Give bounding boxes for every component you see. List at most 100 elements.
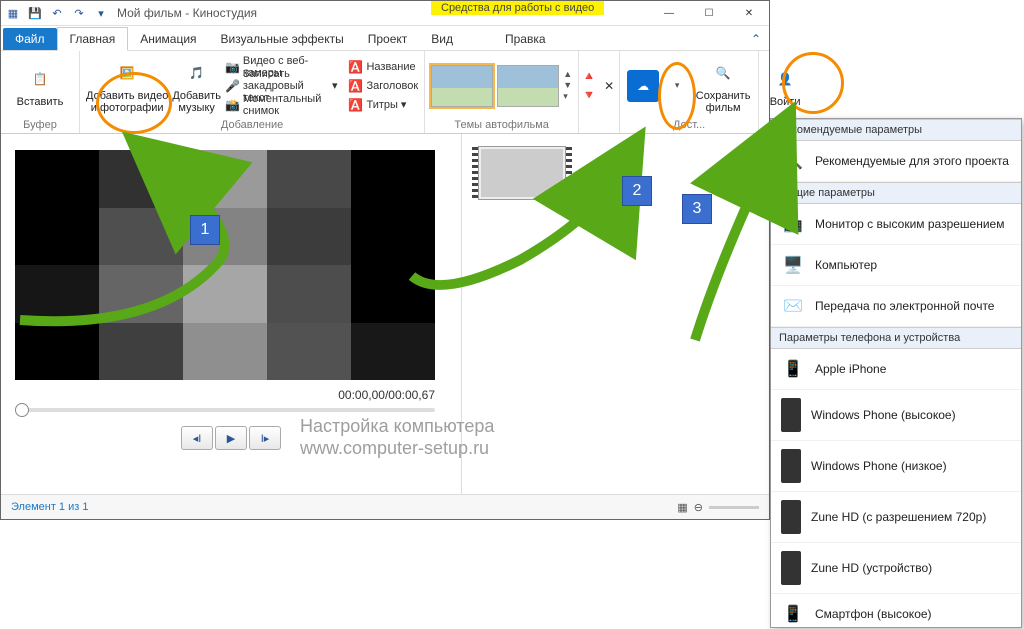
save-icon[interactable]: 💾	[27, 5, 43, 21]
caption-icon: 🅰️	[347, 78, 363, 94]
zune-icon	[781, 500, 801, 534]
snapshot-button[interactable]: 📸Моментальный снимок	[225, 96, 338, 114]
zoom-slider[interactable]	[709, 506, 759, 509]
user-icon: 👤	[769, 63, 801, 95]
dd-item-wp-high[interactable]: Windows Phone (высокое)	[771, 390, 1021, 441]
add-video-photo-button[interactable]: 🖼️ Добавить видео и фотографии	[86, 57, 168, 114]
dd-item-wp-low[interactable]: Windows Phone (низкое)	[771, 441, 1021, 492]
email-icon: ✉️	[781, 294, 805, 318]
rotate-right-icon: 🔺	[581, 68, 597, 84]
phone-icon	[781, 398, 801, 432]
caption-button[interactable]: 🅰️Заголовок	[347, 77, 418, 95]
delete-button[interactable]: ✕	[601, 77, 617, 95]
tab-edit-contextual[interactable]: Правка	[493, 28, 558, 50]
tab-project[interactable]: Проект	[356, 28, 420, 50]
window-title: Мой фильм - Киностудия	[117, 6, 257, 20]
status-item-count: Элемент 1 из 1	[11, 501, 88, 513]
preview-video[interactable]	[15, 150, 435, 380]
group-buffer-label: Буфер	[7, 118, 73, 133]
titlebar: ▦ 💾 ↶ ↷ ▾ Мой фильм - Киностудия Средств…	[1, 1, 769, 26]
dd-item-computer[interactable]: 🖥️Компьютер	[771, 245, 1021, 286]
save-movie-icon: 🔍	[707, 57, 739, 89]
rotate-right-button[interactable]: 🔺	[581, 67, 597, 85]
onedrive-button[interactable]: ☁︎	[626, 70, 660, 102]
redo-icon[interactable]: ↷	[71, 5, 87, 21]
group-themes-label: Темы автофильма	[431, 118, 572, 133]
music-note-icon: 🎵	[181, 57, 213, 89]
themes-up-icon[interactable]: ▲	[563, 69, 572, 79]
group-add-label: Добавление	[86, 118, 418, 133]
undo-icon[interactable]: ↶	[49, 5, 65, 21]
qat-more-icon[interactable]: ▾	[93, 5, 109, 21]
widescreen-icon: 📺	[781, 212, 805, 236]
theme-thumb-2[interactable]	[497, 65, 559, 107]
smartphone-icon: 📱	[781, 602, 805, 626]
share-more-button[interactable]: ▾	[664, 70, 690, 102]
app-window: ▦ 💾 ↶ ↷ ▾ Мой фильм - Киностудия Средств…	[0, 0, 770, 520]
zoom-out-button[interactable]: ⊖	[694, 501, 703, 514]
themes-more-icon[interactable]: ▾	[563, 91, 572, 102]
credits-button[interactable]: 🅰️Титры▾	[347, 96, 418, 114]
preview-pane: 00:00,00/00:00,67 ◂I ▶ I▸	[1, 134, 461, 495]
ribbon-tabbar: Файл Главная Анимация Визуальные эффекты…	[1, 26, 769, 51]
dd-section-common: Общие параметры	[771, 182, 1021, 204]
onedrive-icon: ☁︎	[627, 70, 659, 102]
themes-down-icon[interactable]: ▼	[563, 80, 572, 90]
paste-button[interactable]: 📋 Вставить	[7, 63, 73, 108]
computer-monitor-icon: 🖥️	[781, 253, 805, 277]
dd-item-hd-monitor[interactable]: 📺Монитор с высоким разрешением	[771, 204, 1021, 245]
tab-file[interactable]: Файл	[3, 28, 57, 50]
prev-frame-button[interactable]: ◂I	[181, 426, 213, 450]
chevron-down-icon: ▾	[661, 70, 693, 102]
signin-button[interactable]: 👤 Войти	[765, 63, 805, 108]
dd-item-zune-720p[interactable]: Zune HD (с разрешением 720p)	[771, 492, 1021, 543]
rotate-left-button[interactable]: 🔻	[581, 86, 597, 104]
app-icon: ▦	[5, 5, 21, 21]
theme-thumb-1[interactable]	[431, 65, 493, 107]
rotate-left-icon: 🔻	[581, 87, 597, 103]
statusbar: Элемент 1 из 1 ▦ ⊖	[1, 494, 769, 519]
group-share-label: Дост...	[626, 118, 752, 133]
movie-reel-icon: 🔍	[781, 149, 805, 173]
film-photo-icon: 🖼️	[111, 57, 143, 89]
dd-item-zune-device[interactable]: Zune HD (устройство)	[771, 543, 1021, 594]
contextual-tools-label: Средства для работы с видео	[431, 1, 604, 15]
seek-thumb[interactable]	[15, 403, 29, 417]
tab-effects[interactable]: Визуальные эффекты	[209, 28, 356, 50]
dd-item-email[interactable]: ✉️Передача по электронной почте	[771, 286, 1021, 327]
microphone-icon: 🎤	[225, 78, 240, 94]
view-mode-icon[interactable]: ▦	[677, 501, 687, 514]
title-button[interactable]: 🅰️Название	[347, 58, 418, 76]
save-movie-button[interactable]: 🔍 Сохранить фильм	[694, 57, 752, 114]
seek-slider[interactable]	[15, 408, 435, 412]
tab-animation[interactable]: Анимация	[128, 28, 208, 50]
minimize-button[interactable]: ―	[649, 1, 689, 25]
save-movie-dropdown: Рекомендуемые параметры 🔍Рекомендуемые д…	[770, 118, 1022, 628]
webcam-icon: 📷	[225, 59, 240, 75]
close-button[interactable]: ✕	[729, 1, 769, 25]
delete-x-icon: ✕	[601, 78, 617, 94]
tab-view[interactable]: Вид	[419, 28, 465, 50]
credits-icon: 🅰️	[347, 97, 363, 113]
dd-item-recommended-project[interactable]: 🔍Рекомендуемые для этого проекта	[771, 141, 1021, 182]
dd-item-iphone[interactable]: 📱Apple iPhone	[771, 349, 1021, 390]
next-frame-button[interactable]: I▸	[249, 426, 281, 450]
dd-section-phone: Параметры телефона и устройства	[771, 327, 1021, 349]
snapshot-icon: 📸	[225, 97, 240, 113]
dd-item-smartphone-high[interactable]: 📱Смартфон (высокое)	[771, 594, 1021, 628]
zune-icon	[781, 551, 801, 585]
title-icon: 🅰️	[347, 59, 363, 75]
tab-home[interactable]: Главная	[57, 27, 129, 51]
timeline-clip[interactable]	[478, 146, 566, 200]
dd-section-recommended: Рекомендуемые параметры	[771, 119, 1021, 141]
iphone-icon: 📱	[781, 357, 805, 381]
help-icon[interactable]: ⌃	[743, 28, 769, 50]
phone-icon	[781, 449, 801, 483]
timeline-pane[interactable]	[461, 134, 769, 495]
timecode-label: 00:00,00/00:00,67	[15, 388, 435, 402]
add-music-button[interactable]: 🎵 Добавить музыку	[172, 57, 221, 114]
clipboard-icon: 📋	[24, 63, 56, 95]
ribbon: 📋 Вставить Буфер 🖼️ Добавить видео и фот…	[1, 51, 769, 134]
maximize-button[interactable]: ☐	[689, 1, 729, 25]
play-button[interactable]: ▶	[215, 426, 247, 450]
